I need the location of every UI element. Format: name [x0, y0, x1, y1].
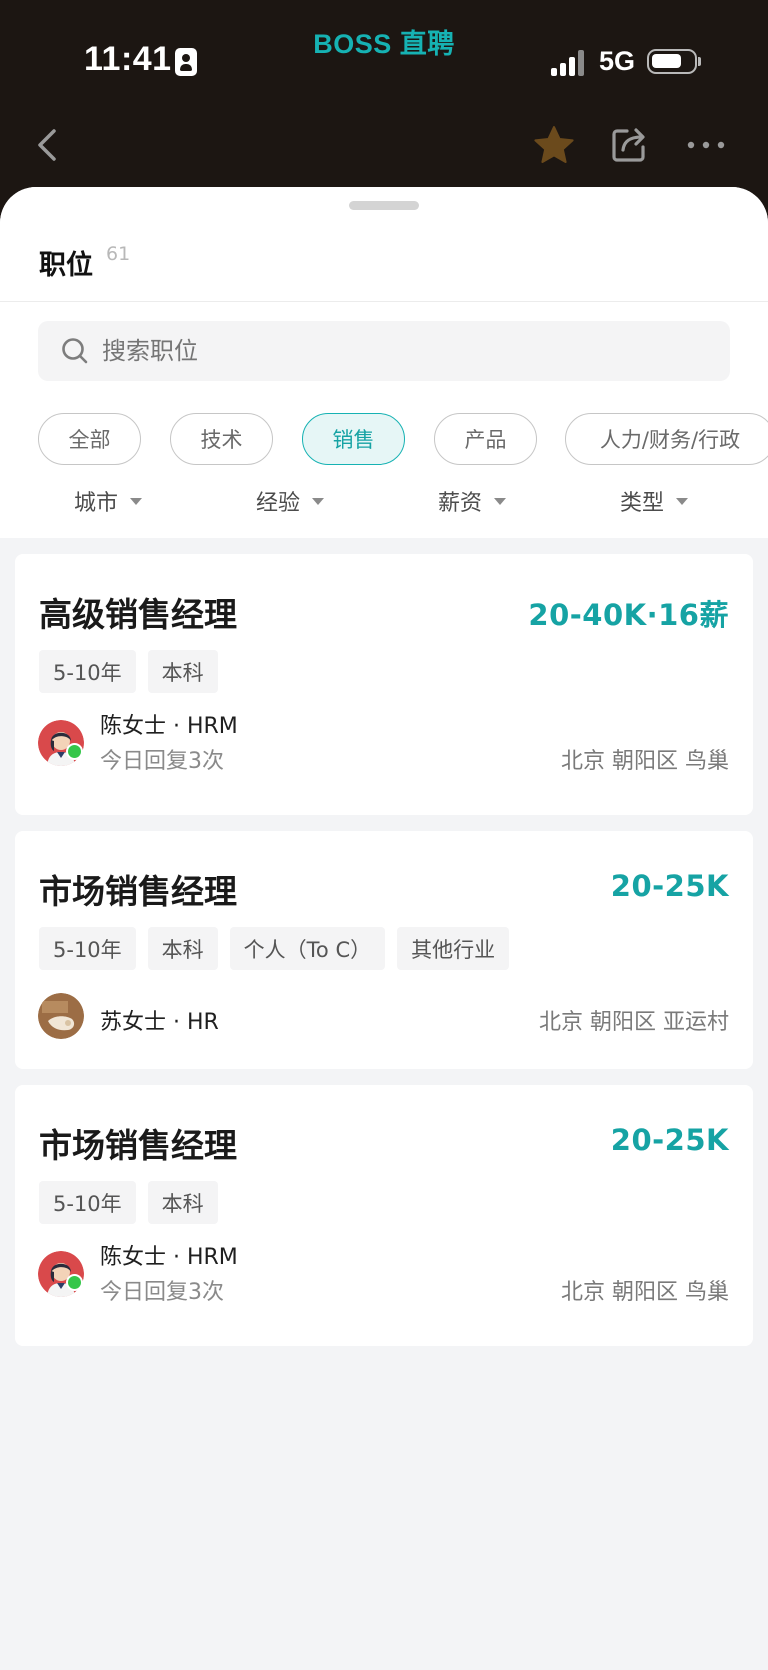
recruiter-name: 苏女士 · HR: [100, 1010, 219, 1035]
divider: [0, 301, 768, 302]
back-icon: [38, 129, 56, 161]
chip-product[interactable]: 产品: [434, 413, 537, 465]
back-button[interactable]: [22, 120, 72, 170]
job-title: 市场销售经理: [39, 872, 237, 911]
more-button[interactable]: [681, 120, 731, 170]
job-tag: 5-10年: [39, 1181, 136, 1224]
job-tag: 本科: [147, 650, 218, 693]
filter-city-label: 城市: [74, 491, 119, 516]
chip-all[interactable]: 全部: [38, 413, 141, 465]
search-box[interactable]: [38, 321, 730, 381]
battery-tip: [698, 57, 701, 66]
reply-stat: 今日回复3次: [100, 1280, 224, 1305]
filter-type[interactable]: 类型: [620, 485, 689, 517]
share-button[interactable]: [604, 120, 654, 170]
search-icon: [62, 338, 88, 364]
filter-experience-label: 经验: [256, 491, 301, 516]
filter-salary[interactable]: 薪资: [438, 485, 507, 517]
caret-down-icon: [676, 497, 689, 505]
star-icon: [534, 126, 574, 163]
battery-icon: [647, 49, 697, 74]
filter-salary-label: 薪资: [438, 491, 483, 516]
job-location: 北京 朝阳区 鸟巢: [561, 1280, 729, 1305]
job-title: 市场销售经理: [39, 1126, 237, 1165]
drag-handle[interactable]: [349, 201, 419, 210]
filter-bar: 城市 经验 薪资 类型: [0, 485, 768, 521]
filter-city[interactable]: 城市: [74, 485, 143, 517]
caret-down-icon: [312, 497, 325, 505]
job-location: 北京 朝阳区 鸟巢: [561, 749, 729, 774]
job-card[interactable]: 市场销售经理 20-25K 5-10年 本科 个人（To C） 其他行业 苏女士…: [15, 831, 753, 1069]
job-salary: 20-40K·16薪: [528, 598, 729, 632]
job-tag: 个人（To C）: [229, 927, 386, 970]
filter-type-label: 类型: [620, 491, 665, 516]
job-tag: 5-10年: [39, 650, 136, 693]
search-input[interactable]: [102, 337, 662, 365]
job-location: 北京 朝阳区 亚运村: [539, 1010, 729, 1035]
recruiter-avatar: [38, 993, 84, 1039]
reply-stat: 今日回复3次: [100, 749, 224, 774]
job-tags: 5-10年 本科 个人（To C） 其他行业: [39, 927, 510, 970]
positions-sheet: 职位 61 全部 技术 销售 产品 人力/财务/行政 城市 经验 薪资 类型 高…: [0, 187, 768, 1670]
job-salary: 20-25K: [610, 1123, 729, 1157]
job-card[interactable]: 市场销售经理 20-25K 5-10年 本科 陈女士 · HRM 今日回复3次 …: [15, 1085, 753, 1346]
caret-down-icon: [130, 497, 143, 505]
job-tag: 5-10年: [39, 927, 136, 970]
favorite-button[interactable]: [529, 120, 579, 170]
share-icon: [612, 128, 645, 162]
signal-icon: [551, 50, 589, 76]
id-card-icon: [175, 48, 197, 76]
caret-down-icon: [494, 497, 507, 505]
more-icon: [687, 141, 725, 149]
job-tag: 其他行业: [397, 927, 510, 970]
job-tags: 5-10年 本科: [39, 1181, 218, 1224]
job-tag: 本科: [147, 1181, 218, 1224]
online-indicator: [66, 743, 83, 760]
recruiter-name: 陈女士 · HRM: [100, 714, 238, 739]
filter-experience[interactable]: 经验: [256, 485, 325, 517]
chip-tech[interactable]: 技术: [170, 413, 273, 465]
network-type: 5G: [599, 46, 636, 76]
job-salary: 20-25K: [610, 869, 729, 903]
sheet-header: 职位 61 全部 技术 销售 产品 人力/财务/行政 城市 经验 薪资 类型: [0, 187, 768, 538]
online-indicator: [66, 1274, 83, 1291]
job-card[interactable]: 高级销售经理 20-40K·16薪 5-10年 本科 陈女士 · HRM 今日回…: [15, 554, 753, 815]
chip-hr-finance-admin[interactable]: 人力/财务/行政: [565, 413, 768, 465]
position-count: 61: [106, 243, 131, 265]
job-tags: 5-10年 本科: [39, 650, 218, 693]
top-bar: BOSS 直聘 11:41 5G: [0, 0, 768, 215]
chip-sales[interactable]: 销售: [302, 413, 405, 465]
recruiter-name: 陈女士 · HRM: [100, 1245, 238, 1270]
job-title: 高级销售经理: [39, 595, 237, 634]
status-time: 11:41: [84, 40, 172, 78]
sheet-title: 职位: [39, 250, 93, 281]
job-tag: 本科: [147, 927, 218, 970]
